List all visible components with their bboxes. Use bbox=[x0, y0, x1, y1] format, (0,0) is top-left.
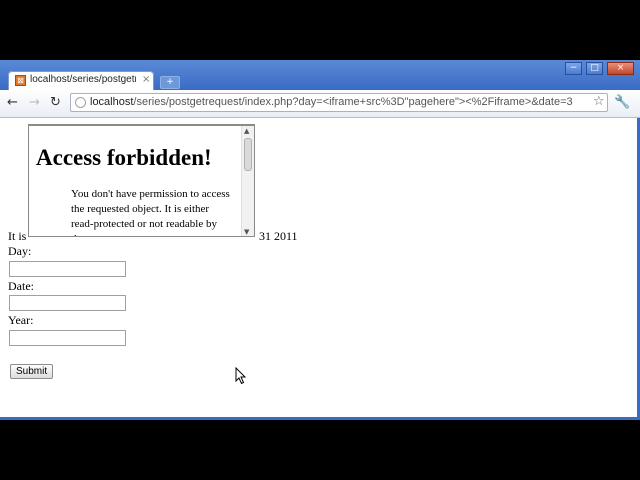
scroll-up-icon[interactable]: ▲ bbox=[244, 127, 249, 135]
url-path: /series/postgetrequest/index.php?day=<if… bbox=[133, 96, 573, 108]
new-tab-button[interactable]: + bbox=[160, 76, 180, 89]
tab-title: localhost/series/postgetr... bbox=[30, 74, 136, 85]
address-url[interactable]: localhost/series/postgetrequest/index.ph… bbox=[90, 96, 590, 108]
minimize-button[interactable]: − bbox=[565, 62, 582, 75]
text-date: 31 2011 bbox=[259, 229, 298, 243]
scroll-thumb[interactable] bbox=[244, 138, 252, 171]
embedded-iframe[interactable]: Access forbidden! You don't have permiss… bbox=[28, 124, 255, 237]
back-button[interactable]: ← bbox=[7, 94, 18, 112]
year-label: Year: bbox=[8, 313, 34, 327]
browser-window: − □ × ⊠ localhost/series/postgetr... × +… bbox=[0, 60, 640, 420]
iframe-message: You don't have permission to access the … bbox=[71, 188, 230, 236]
window-border-bottom bbox=[0, 417, 640, 420]
submit-button[interactable]: Submit bbox=[10, 364, 54, 379]
maximize-button[interactable]: □ bbox=[586, 62, 603, 75]
day-input[interactable] bbox=[9, 261, 126, 277]
close-window-button[interactable]: × bbox=[607, 62, 634, 75]
day-label: Day: bbox=[8, 244, 32, 258]
scroll-down-icon[interactable]: ▼ bbox=[244, 228, 249, 236]
title-bar: − □ × ⊠ localhost/series/postgetr... × + bbox=[0, 60, 640, 91]
text-it-is: It is bbox=[8, 229, 27, 243]
date-input[interactable] bbox=[9, 295, 126, 311]
year-input[interactable] bbox=[9, 330, 126, 346]
url-host: localhost bbox=[90, 96, 134, 108]
reload-button[interactable]: ↻ bbox=[50, 94, 61, 112]
page-info-icon bbox=[75, 97, 86, 108]
page-content: Access forbidden! You don't have permiss… bbox=[0, 118, 637, 418]
tab-close-icon[interactable]: × bbox=[142, 74, 150, 85]
bookmark-star-icon[interactable]: ☆ bbox=[593, 94, 605, 109]
iframe-heading: Access forbidden! bbox=[36, 145, 212, 170]
address-bar[interactable]: localhost/series/postgetrequest/index.ph… bbox=[70, 93, 608, 112]
date-label: Date: bbox=[8, 279, 34, 293]
mouse-cursor-icon bbox=[235, 367, 247, 385]
forward-button[interactable]: → bbox=[29, 94, 40, 112]
browser-tab[interactable]: ⊠ localhost/series/postgetr... × bbox=[8, 71, 154, 91]
wrench-menu-icon[interactable]: 🔧 bbox=[614, 95, 630, 110]
toolbar: ← → ↻ localhost/series/postgetrequest/in… bbox=[0, 90, 640, 118]
page-favicon-icon: ⊠ bbox=[15, 75, 26, 86]
iframe-scrollbar[interactable]: ▲ ▼ bbox=[241, 126, 254, 236]
